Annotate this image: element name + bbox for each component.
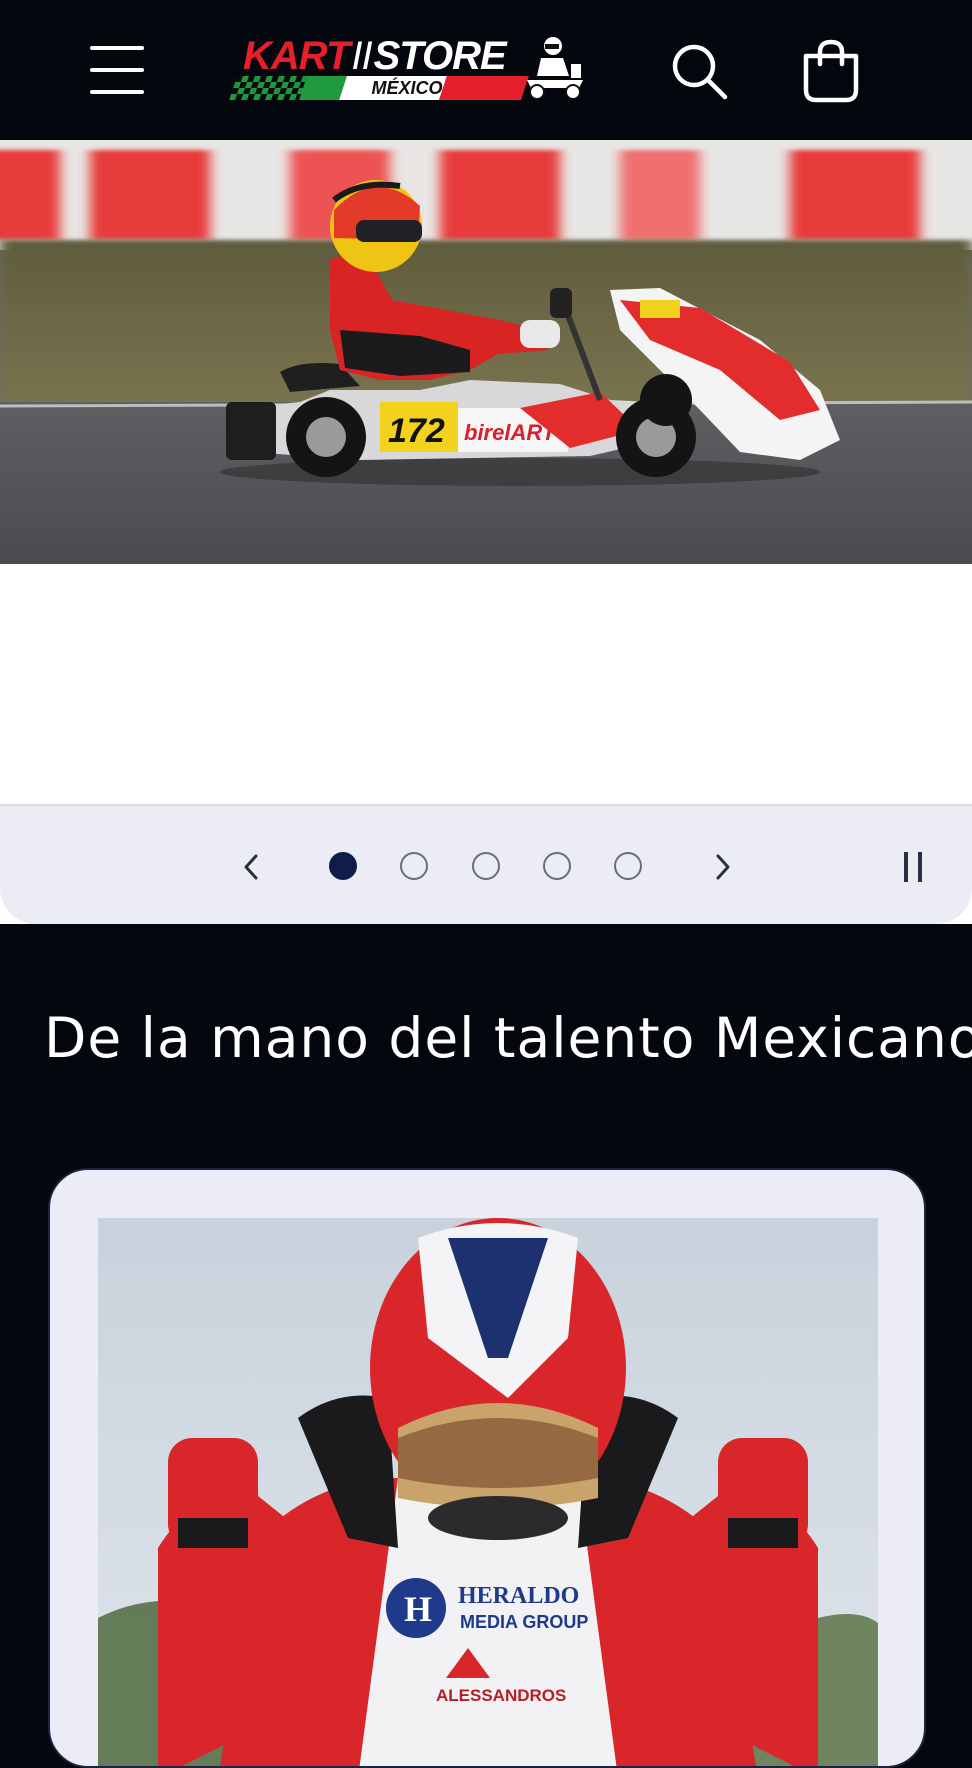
talent-section: De la mano del talento Mexicano H HERALD…	[0, 924, 972, 1768]
driver-card[interactable]: H HERALDO MEDIA GROUP ALESSANDROS	[48, 1168, 926, 1768]
slideshow-controls	[0, 804, 972, 924]
search-icon	[672, 44, 728, 100]
hero-slide-image: 172 birelART	[0, 140, 972, 564]
chevron-right-icon	[716, 854, 730, 880]
search-button[interactable]	[668, 40, 730, 102]
pause-icon	[900, 850, 926, 884]
slide-dot-4[interactable]	[543, 852, 571, 880]
slide-dot-5[interactable]	[614, 852, 642, 880]
driver-photo: H HERALDO MEDIA GROUP ALESSANDROS	[98, 1218, 878, 1766]
section-title: De la mano del talento Mexicano	[44, 1006, 972, 1070]
logo-country: MÉXICO	[371, 78, 443, 98]
menu-button[interactable]	[88, 42, 148, 98]
pause-slideshow-button[interactable]	[900, 850, 926, 884]
logo-wordmark: KARTIISTORE	[243, 34, 507, 78]
chevron-left-icon	[244, 854, 258, 880]
next-slide-button[interactable]	[702, 842, 742, 892]
site-header: KARTIISTORE MÉXICO	[0, 0, 972, 140]
slide-dot-2[interactable]	[400, 852, 428, 880]
slide-dot-3[interactable]	[472, 852, 500, 880]
suit-sponsor-2: MEDIA GROUP	[460, 1612, 588, 1632]
driver-celebrating-image: H HERALDO MEDIA GROUP ALESSANDROS	[98, 1218, 878, 1766]
hamburger-icon	[88, 42, 148, 98]
suit-sponsor-3: ALESSANDROS	[436, 1686, 566, 1705]
suit-logo-letter: H	[404, 1589, 432, 1629]
kart-driver-icon	[527, 37, 583, 100]
slide-content-area	[0, 564, 972, 804]
slide-dot-1[interactable]	[329, 852, 357, 880]
slideshow-controls-panel	[0, 804, 972, 924]
suit-sponsor-1: HERALDO	[458, 1583, 579, 1609]
kart-racing-photo: 172 birelART	[0, 140, 972, 564]
previous-slide-button[interactable]	[232, 842, 272, 892]
store-logo[interactable]: KARTIISTORE MÉXICO	[229, 32, 585, 104]
kart-number: 172	[388, 412, 445, 450]
cart-button[interactable]	[798, 38, 864, 104]
cart-icon	[803, 39, 859, 103]
